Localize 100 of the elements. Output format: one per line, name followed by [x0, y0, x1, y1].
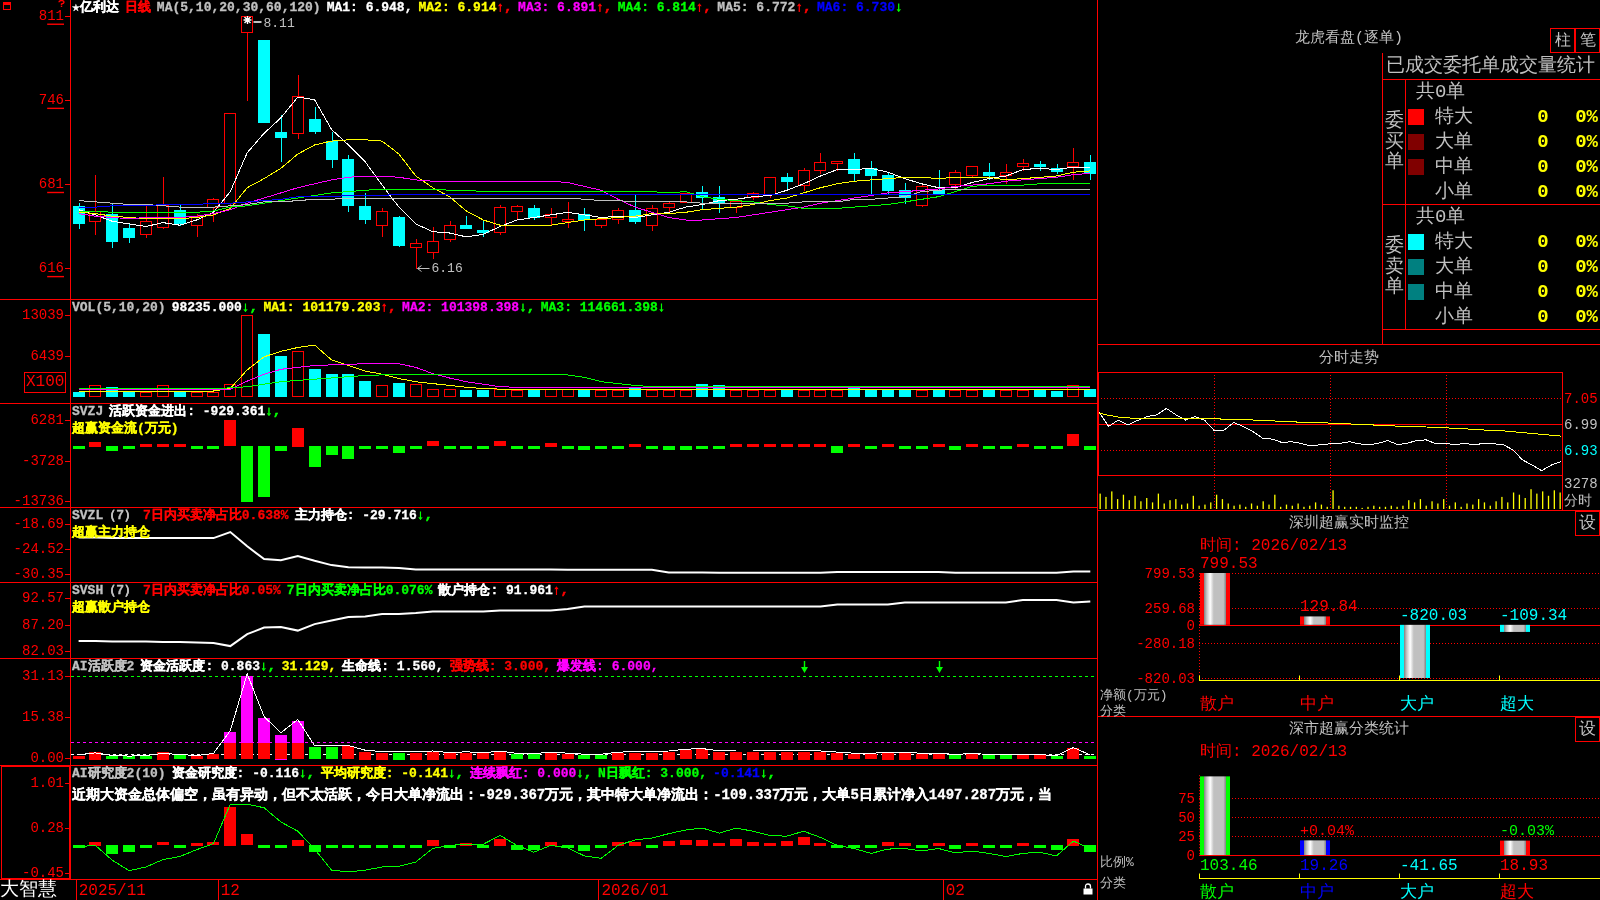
- axis-tick-label: 31.13: [22, 667, 64, 684]
- legend-text: SVZJ: [72, 404, 104, 420]
- trend-arrow: ↓: [657, 300, 666, 316]
- legend-text: 资金活跃度: 0.863: [140, 659, 260, 675]
- legend-text: 活跃资金进出: -929.361: [109, 404, 266, 420]
- axis-tick-label: 6281: [30, 412, 64, 429]
- order-count: 0: [1537, 105, 1549, 128]
- legend-text: MA2: 6.914: [418, 0, 497, 16]
- axis-label: 分时: [1564, 493, 1592, 509]
- axis-tick-label: 15.38: [22, 709, 64, 726]
- order-percent: 0%: [1575, 230, 1598, 253]
- legend-text: 近期大资金总体偏空，虽有异动，但不太活跃，今日大单净流出：-929.367万元，其中特大单净流出：-109.337万元，大单5日累计净入1497.287万元，当: [72, 787, 1053, 803]
- group-label: 委买单: [1384, 110, 1404, 174]
- volume-max-label: 3278: [1564, 476, 1598, 492]
- axis-tick-label: -3728: [22, 452, 64, 469]
- left-arrow-icon: [417, 265, 430, 272]
- order-total-text: 共0单: [1416, 81, 1466, 103]
- panel-title: 深圳超赢实时监控: [1289, 514, 1409, 533]
- axis-tick-label: -18.69: [13, 516, 64, 533]
- category-label: 散户: [1200, 882, 1234, 900]
- view-toggle-button[interactable]: 柱: [1550, 28, 1575, 53]
- value-label: 103.46: [1200, 857, 1258, 875]
- category-label: 中户: [1300, 882, 1334, 900]
- date-label: 2025/11: [78, 882, 146, 900]
- order-count: 0: [1537, 180, 1549, 203]
- axis-tick-label: -30.35: [13, 566, 64, 582]
- order-percent: 0%: [1575, 255, 1598, 278]
- axis-label: 分类: [1100, 875, 1126, 891]
- trend-arrow: ↓,: [260, 659, 276, 675]
- axis-tick-label: 0.00: [30, 750, 64, 765]
- order-size-label: 小单: [1435, 180, 1473, 203]
- legend-text: 强势线: 3.000,: [449, 659, 552, 675]
- order-size-label: 大单: [1435, 255, 1473, 278]
- value-label: 18.93: [1500, 857, 1548, 875]
- order-size-label: 中单: [1435, 280, 1473, 303]
- axis-label: 净额(万元): [1100, 687, 1168, 703]
- trend-arrow: ↑,: [496, 0, 513, 16]
- value-label: 799.53: [1200, 555, 1258, 573]
- padlock-icon: [1083, 883, 1093, 895]
- axis-tick-label: 87.20: [22, 617, 64, 634]
- trend-arrow: ↓,: [299, 766, 315, 782]
- low-price-label: 6.16: [431, 261, 463, 276]
- legend-text: 7日内买卖净占比0.05%: [143, 583, 281, 599]
- category-label: 超大: [1500, 694, 1534, 714]
- legend-text: MA(5,10,20,30,60,120): [156, 0, 321, 16]
- order-percent: 0%: [1575, 305, 1598, 328]
- axis-tick-label: -13736: [13, 492, 64, 507]
- legend-text: SVSH（7）: [72, 583, 137, 599]
- legend-text: MA3: 114661.398: [540, 300, 658, 316]
- order-count: 0: [1537, 255, 1549, 278]
- settings-button[interactable]: 设: [1575, 511, 1600, 536]
- axis-tick-label: 0: [1186, 617, 1195, 634]
- axis-tick-label: 811: [38, 7, 64, 24]
- axis-tick-label: -280.18: [1136, 635, 1195, 652]
- legend-text: MA5: 6.772: [717, 0, 796, 16]
- legend-text: MA1: 6.948,: [326, 0, 413, 16]
- order-percent: 0%: [1575, 105, 1598, 128]
- order-count: 0: [1537, 230, 1549, 253]
- settings-button[interactable]: 设: [1575, 717, 1600, 742]
- category-label: 大户: [1400, 694, 1434, 714]
- order-count: 0: [1537, 130, 1549, 153]
- date-label: 12: [220, 882, 240, 900]
- legend-text: 平均研究度: -0.141: [320, 766, 449, 782]
- trend-arrow: ↓,: [241, 300, 258, 316]
- trend-arrow: ↑,: [695, 0, 712, 16]
- legend-text: 生命线: 1.560,: [342, 659, 444, 675]
- legend-text: 31.129,: [281, 659, 337, 675]
- timestamp-text: 时间: 2026/02/13: [1200, 537, 1348, 555]
- legend-text: MA2: 101398.398: [402, 300, 520, 316]
- legend-text: SVZL（7）: [72, 508, 137, 524]
- axis-tick-label: 82.03: [22, 643, 64, 658]
- trend-arrow: ↓,: [576, 766, 592, 782]
- legend-text: MA4: 6.814: [617, 0, 696, 16]
- order-size-label: 特大: [1435, 230, 1473, 253]
- trend-arrow: ↑,: [596, 0, 612, 16]
- trend-arrow: ↓,: [519, 300, 535, 316]
- axis-tick-label: 6439: [30, 348, 64, 364]
- axis-tick-label: 50: [1178, 809, 1195, 826]
- axis-tick-label: 799.53: [1144, 565, 1195, 582]
- view-toggle-button[interactable]: 笔: [1575, 28, 1600, 53]
- axis-label: 比例%: [1100, 854, 1134, 870]
- table-title: 已成交委托单成交量统计: [1386, 55, 1595, 77]
- axis-tick-label: -24.52: [13, 541, 64, 558]
- legend-text: 爆发线: 6.000,: [557, 659, 659, 675]
- legend-text: 资金研究度: -0.116: [171, 766, 300, 782]
- axis-tick-label: 259.68: [1144, 600, 1195, 617]
- panel-title: 龙虎看盘(逐单): [1295, 30, 1403, 48]
- order-count: 0: [1537, 305, 1549, 328]
- value-label: -820.03: [1400, 606, 1468, 625]
- axis-label: 分类: [1100, 703, 1126, 719]
- category-label: 中户: [1300, 694, 1334, 714]
- axis-tick-label: 13039: [22, 307, 64, 323]
- legend-text: 超赢主力持仓: [72, 525, 150, 541]
- legend-text: MA6: 6.730: [817, 0, 895, 16]
- axis-tick-label: 75: [1178, 790, 1195, 807]
- axis-tick-label: 1.01: [30, 774, 64, 791]
- legend-text: 98235.000: [171, 300, 242, 316]
- legend-text: 超赢散户持仓: [72, 600, 150, 616]
- trend-arrow: ↑,: [552, 583, 569, 599]
- legend-text: 超赢资金流(万元): [72, 421, 179, 437]
